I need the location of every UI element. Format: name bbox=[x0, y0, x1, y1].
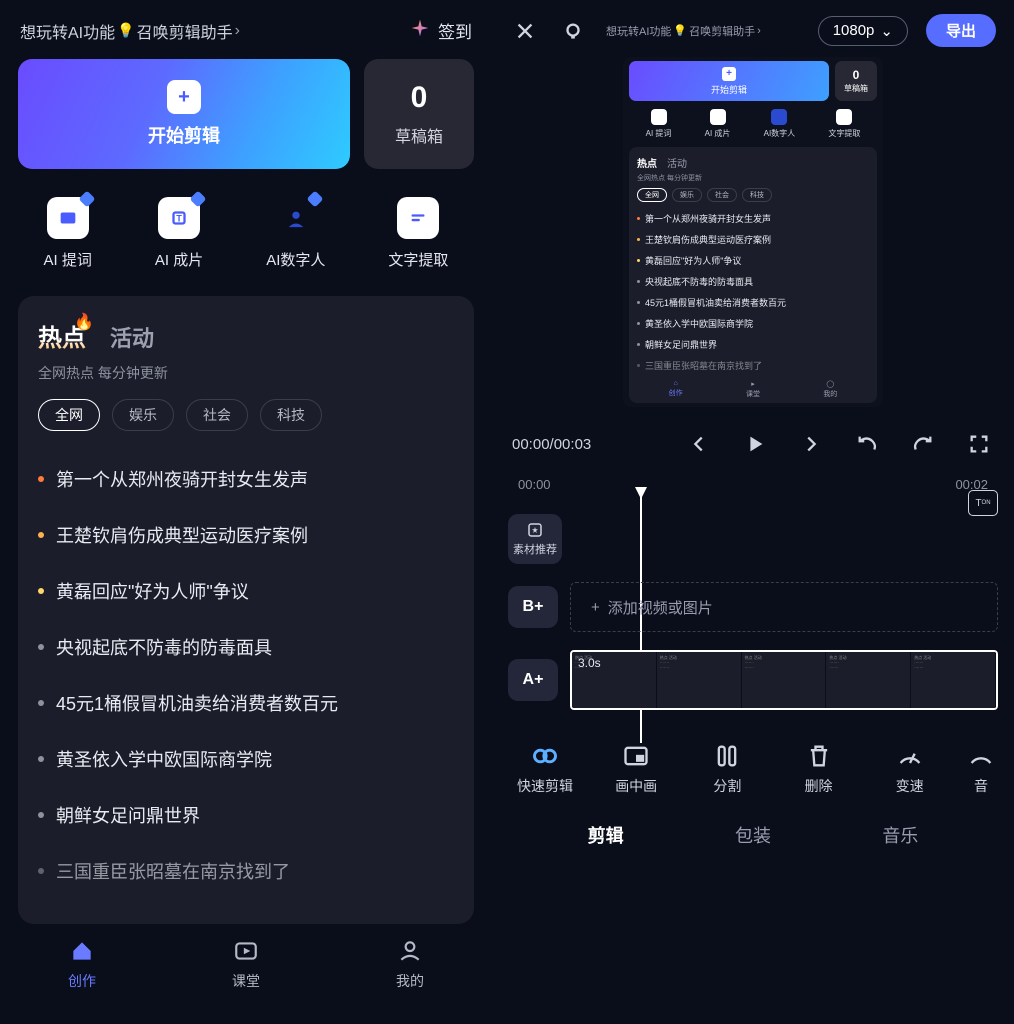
preview-viewport[interactable]: +开始剪辑 0草稿箱 AI 提词 AI 成片 AI数字人 文字提取 热点 活动 … bbox=[623, 57, 883, 407]
draft-count: 0 bbox=[411, 81, 428, 115]
mode-package[interactable]: 包装 bbox=[735, 822, 771, 848]
pill-society[interactable]: 社会 bbox=[186, 399, 248, 431]
pill-tech[interactable]: 科技 bbox=[260, 399, 322, 431]
editor-top-bar: 想玩转AI功能💡召唤剪辑助手› 1080p ⌄ 导出 bbox=[492, 0, 1014, 57]
mode-edit[interactable]: 剪辑 bbox=[588, 822, 624, 848]
timeline-tracks: 素材推荐 B+ +添加视频或图片 A+ 3.0s 热点 活动··········… bbox=[492, 496, 1014, 710]
tool-audio[interactable]: 音 bbox=[966, 742, 996, 796]
add-media-track[interactable]: +添加视频或图片 bbox=[570, 582, 998, 632]
feature-text-extract[interactable]: 文字提取 bbox=[388, 197, 448, 270]
nav-profile[interactable]: 我的 bbox=[396, 938, 424, 991]
bulb-icon: 💡 bbox=[117, 22, 134, 39]
feature-ai-avatar[interactable]: AI数字人 bbox=[266, 197, 325, 270]
trend-tab-hot[interactable]: 热点🔥 bbox=[38, 318, 86, 353]
trend-item[interactable]: 三国重臣张昭墓在南京找到了 bbox=[38, 843, 454, 899]
start-edit-button[interactable]: + 开始剪辑 bbox=[18, 59, 350, 169]
redo-button[interactable] bbox=[908, 429, 938, 459]
app-home: 想玩转AI功能 💡 召唤剪辑助手 › 签到 + 开始剪辑 0 草稿箱 AI 提词… bbox=[0, 0, 492, 1024]
trend-item[interactable]: 45元1桶假冒机油卖给消费者数百元 bbox=[38, 675, 454, 731]
draft-box-button[interactable]: 0 草稿箱 bbox=[364, 59, 474, 169]
trend-list: 第一个从郑州夜骑开封女生发声 王楚钦肩伤成典型运动医疗案例 黄磊回应"好为人师"… bbox=[38, 451, 454, 924]
trend-tab-activity[interactable]: 活动 bbox=[110, 321, 154, 353]
time-display: 00:00/00:03 bbox=[512, 436, 591, 453]
play-square-icon bbox=[233, 938, 259, 967]
trend-item[interactable]: 朝鲜女足问鼎世界 bbox=[38, 787, 454, 843]
preview-draft: 0草稿箱 bbox=[835, 61, 877, 101]
trend-filter-row: 全网 娱乐 社会 科技 bbox=[38, 399, 454, 431]
feature-row: AI 提词 T AI 成片 AI数字人 文字提取 bbox=[0, 197, 492, 296]
chevron-down-icon: ⌄ bbox=[880, 22, 893, 40]
a-track-button[interactable]: A+ bbox=[508, 659, 558, 701]
trend-item[interactable]: 央视起底不防毒的防毒面具 bbox=[38, 619, 454, 675]
tool-speed[interactable]: 变速 bbox=[875, 742, 945, 796]
tool-delete[interactable]: 删除 bbox=[784, 742, 854, 796]
trend-card: 热点🔥 活动 全网热点 每分钟更新 全网 娱乐 社会 科技 第一个从郑州夜骑开封… bbox=[18, 296, 474, 924]
mode-music[interactable]: 音乐 bbox=[882, 822, 918, 848]
checkin-button[interactable]: 签到 bbox=[410, 18, 472, 43]
trend-item[interactable]: 黄磊回应"好为人师"争议 bbox=[38, 563, 454, 619]
user-icon bbox=[397, 938, 423, 967]
prev-button[interactable] bbox=[684, 429, 714, 459]
bottom-nav: 创作 课堂 我的 bbox=[0, 924, 492, 1009]
chevron-right-icon: › bbox=[235, 22, 240, 40]
edit-tools: 快速剪辑 画中画 分割 删除 变速 音 bbox=[492, 710, 1014, 810]
trend-item[interactable]: 第一个从郑州夜骑开封女生发声 bbox=[38, 451, 454, 507]
hero-row: + 开始剪辑 0 草稿箱 bbox=[0, 59, 492, 197]
pill-entertainment[interactable]: 娱乐 bbox=[112, 399, 174, 431]
ai-assist-mini[interactable]: 想玩转AI功能💡召唤剪辑助手› bbox=[606, 23, 761, 39]
video-clip[interactable]: 3.0s 热点 活动·············· 热点 活动··········… bbox=[570, 650, 998, 710]
close-button[interactable] bbox=[510, 16, 540, 46]
player-controls: 00:00/00:03 bbox=[492, 419, 1014, 469]
home-icon bbox=[69, 938, 95, 967]
editor-panel: 想玩转AI功能💡召唤剪辑助手› 1080p ⌄ 导出 +开始剪辑 0草稿箱 AI… bbox=[492, 0, 1014, 1024]
trend-item[interactable]: 王楚钦肩伤成典型运动医疗案例 bbox=[38, 507, 454, 563]
tool-pip[interactable]: 画中画 bbox=[601, 742, 671, 796]
feature-ai-clip[interactable]: T AI 成片 bbox=[155, 197, 203, 270]
sparkle-icon bbox=[410, 18, 430, 43]
mode-tabs: 剪辑 包装 音乐 bbox=[492, 810, 1014, 868]
nav-class[interactable]: 课堂 bbox=[232, 938, 260, 991]
undo-button[interactable] bbox=[852, 429, 882, 459]
tool-quick-edit[interactable]: 快速剪辑 bbox=[510, 742, 580, 796]
b-track-button[interactable]: B+ bbox=[508, 586, 558, 628]
trend-item[interactable]: 黄圣依入学中欧国际商学院 bbox=[38, 731, 454, 787]
resolution-selector[interactable]: 1080p ⌄ bbox=[818, 16, 908, 46]
export-button[interactable]: 导出 bbox=[926, 14, 996, 47]
top-bar: 想玩转AI功能 💡 召唤剪辑助手 › 签到 bbox=[0, 0, 492, 59]
svg-text:T: T bbox=[176, 214, 182, 224]
nav-create[interactable]: 创作 bbox=[68, 938, 96, 991]
pill-all[interactable]: 全网 bbox=[38, 399, 100, 431]
fullscreen-button[interactable] bbox=[964, 429, 994, 459]
ai-assist-tip[interactable]: 想玩转AI功能 💡 召唤剪辑助手 › bbox=[20, 19, 240, 43]
preview-hero: +开始剪辑 bbox=[629, 61, 829, 101]
time-ruler[interactable]: 00:00 00:02 bbox=[492, 469, 1014, 496]
material-recommend-button[interactable]: 素材推荐 bbox=[508, 514, 562, 564]
feature-ai-prompt[interactable]: AI 提词 bbox=[44, 197, 92, 270]
trend-tabs: 热点🔥 活动 bbox=[38, 318, 454, 353]
hint-button[interactable] bbox=[558, 16, 588, 46]
next-button[interactable] bbox=[796, 429, 826, 459]
play-button[interactable] bbox=[740, 429, 770, 459]
plus-icon: + bbox=[167, 80, 201, 114]
trend-subtitle: 全网热点 每分钟更新 bbox=[38, 363, 454, 383]
tool-split[interactable]: 分割 bbox=[692, 742, 762, 796]
